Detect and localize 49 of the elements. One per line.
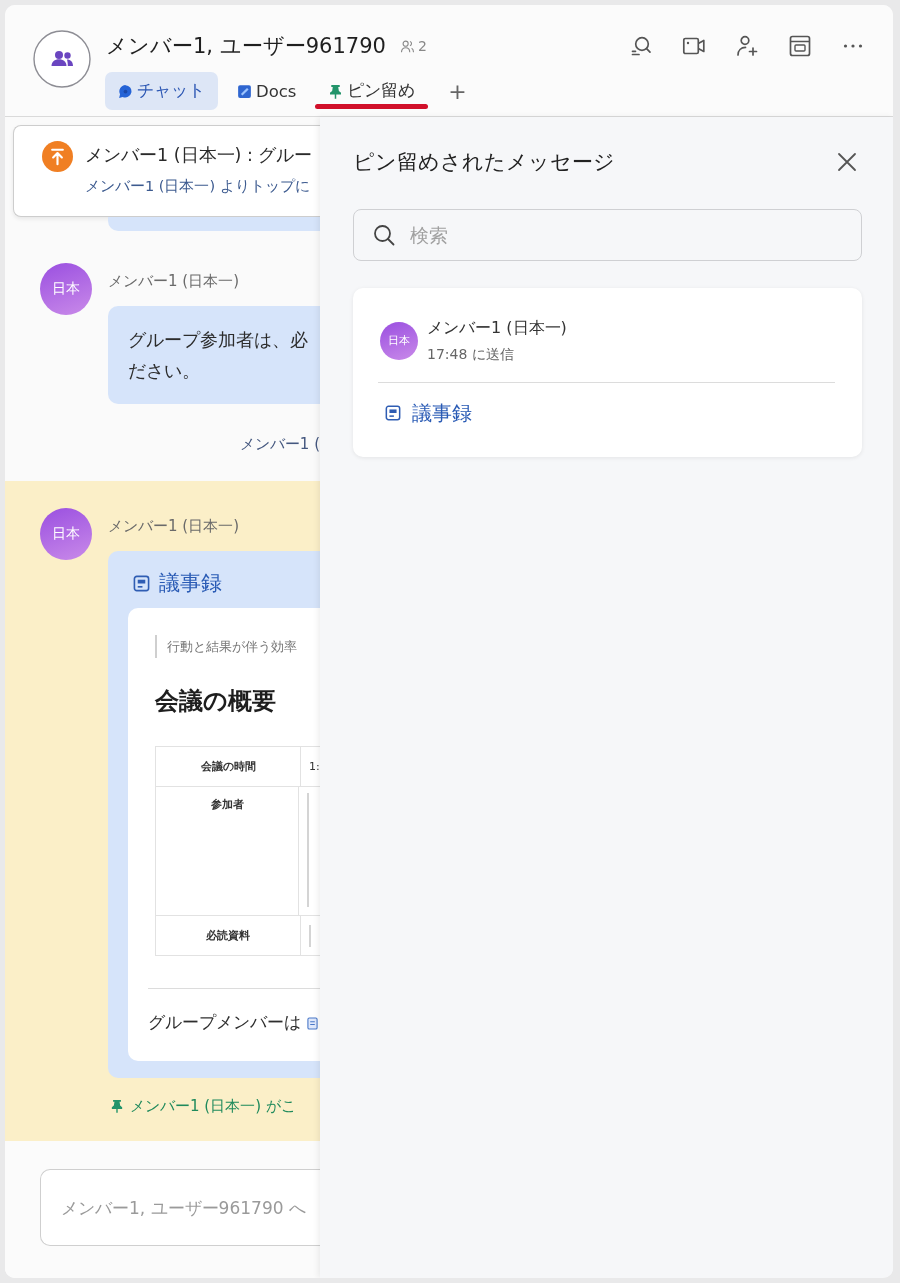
tab[interactable]: チャット [105, 72, 218, 110]
sender-name: メンバー1 (日本一) [427, 317, 567, 339]
panel-title: ピン留めされたメッセージ [353, 149, 615, 176]
pinned-message-card[interactable]: 日本 メンバー1 (日本一) 17:48 に送信 議事録 [353, 288, 862, 457]
document-link[interactable]: 議事録 [412, 399, 472, 427]
user-avatar: 日本 [40, 508, 92, 560]
search-icon[interactable] [629, 34, 653, 58]
group-avatar-icon [33, 30, 91, 88]
sent-time: 17:48 に送信 [427, 345, 515, 364]
sender-name: メンバー1 (日本一) [108, 271, 239, 292]
user-avatar: 日本 [380, 321, 418, 360]
pinned-banner[interactable]: メンバー1 (日本一) : グルー メンバー1 (日本一) よりトップに [13, 125, 320, 217]
close-icon[interactable] [837, 152, 857, 172]
table-cell: 会議の時間 [155, 747, 301, 786]
table-cell-text: 1: [308, 759, 320, 775]
tab[interactable]: ピン留め [315, 72, 429, 110]
pin-icon [110, 1099, 124, 1113]
document-icon [307, 1016, 318, 1030]
calendar-icon[interactable] [788, 34, 812, 58]
tab[interactable]: Docs [224, 72, 310, 110]
table-cell: 参加者 [155, 787, 299, 915]
pin-notice: メンバー1 (日本一) がこ [130, 1096, 296, 1117]
search-field[interactable]: 検索 [353, 209, 862, 261]
document-text: グループメンバーは [148, 1012, 301, 1034]
document-icon [237, 83, 252, 99]
quote-text: 行動と結果が伴う効率 [155, 635, 297, 658]
chat-bubble-icon [118, 83, 133, 99]
message-input[interactable]: メンバー1, ユーザー961790 へ [40, 1169, 320, 1246]
member-count: 2 [417, 38, 427, 54]
pin-to-top-icon [42, 141, 73, 172]
document-icon [385, 405, 401, 421]
pinned-message-title: メンバー1 (日本一) : グルー [85, 144, 313, 167]
system-message: メンバー1 ( [239, 434, 320, 455]
table-cell: 必読資料 [155, 916, 301, 955]
document-card[interactable]: 議事録 行動と結果が伴う効率 会議の概要 会議の時間 1: 参加者 必読資料 グループメンバーは [108, 551, 320, 1078]
document-icon [133, 574, 150, 592]
message-text: グループ参加者は、必 [128, 328, 308, 352]
document-heading: 会議の概要 [155, 686, 276, 717]
search-icon [373, 224, 395, 246]
people-icon [399, 38, 415, 54]
add-person-icon[interactable] [735, 34, 759, 58]
sender-name: メンバー1 (日本一) [108, 516, 239, 537]
user-avatar: 日本 [40, 263, 92, 315]
message-text: ださい。 [128, 359, 200, 383]
pin-icon [328, 83, 344, 99]
pinned-message-subtitle: メンバー1 (日本一) よりトップに [85, 177, 311, 196]
add-tab-button[interactable]: + [444, 76, 471, 106]
document-title[interactable]: 議事録 [159, 569, 222, 597]
chat-title: メンバー1, ユーザー961790 [106, 33, 386, 60]
